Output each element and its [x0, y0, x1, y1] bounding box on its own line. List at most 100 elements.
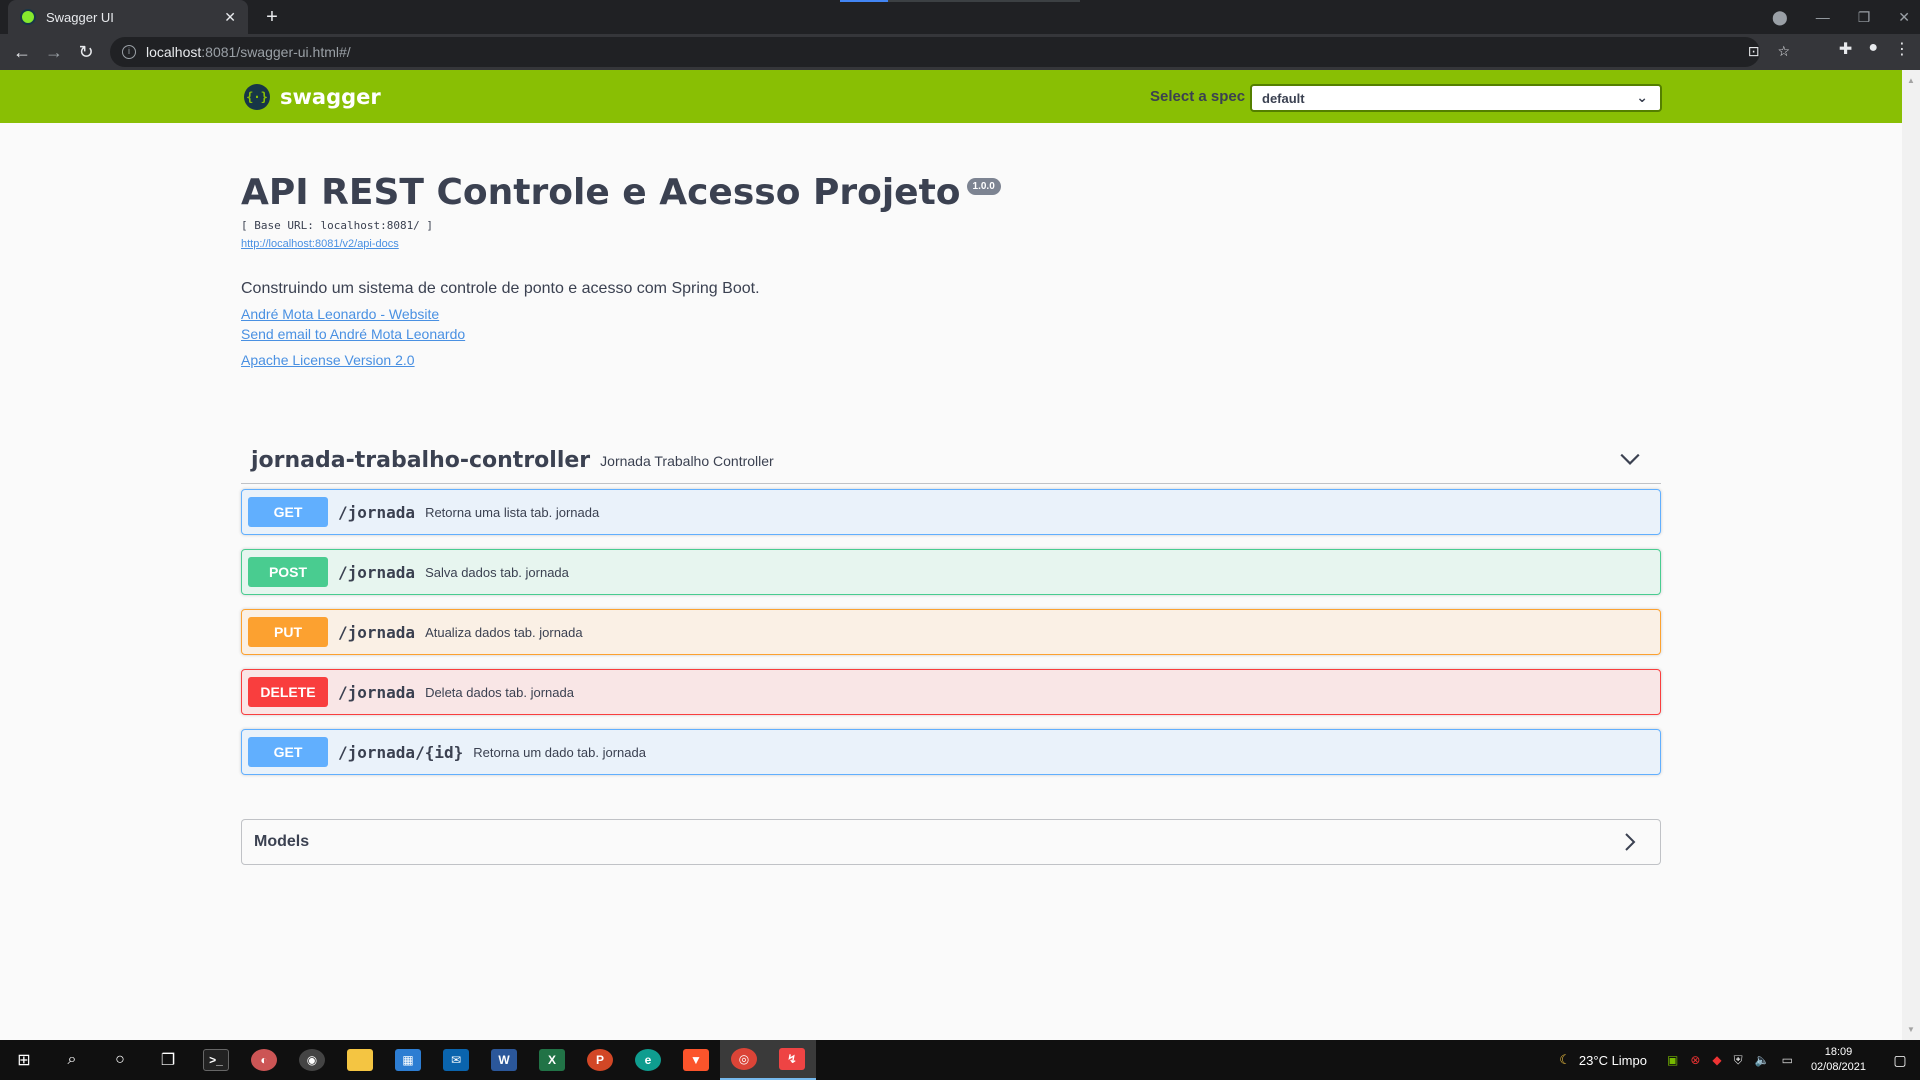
method-badge: PUT: [248, 617, 328, 647]
spec-select[interactable]: default ⌄: [1250, 84, 1662, 112]
system-tray: ☾ 23°C Limpo ▣ ⊗ ◆ ⛨ 🔈 ▭ 18:09 02/08/202…: [1559, 1040, 1920, 1080]
clock[interactable]: 18:09 02/08/2021: [1811, 1045, 1866, 1075]
operation-path: /jornada: [338, 622, 416, 642]
address-bar[interactable]: i localhost:8081/swagger-ui.html#/: [110, 37, 1760, 67]
operation-summary: Deleta dados tab. jornada: [425, 684, 574, 700]
method-badge: POST: [248, 557, 328, 587]
profile-icon[interactable]: ●: [1868, 39, 1878, 59]
operation-path: /jornada: [338, 502, 416, 522]
close-window-icon[interactable]: ✕: [1898, 9, 1910, 26]
back-arrow-icon[interactable]: ←: [6, 36, 38, 68]
network-icon[interactable]: ▭: [1782, 1053, 1793, 1067]
task-view-icon[interactable]: ❐: [144, 1040, 192, 1080]
operation-path: /jornada/{id}: [338, 742, 464, 762]
windows-start-icon[interactable]: ⊞: [0, 1040, 48, 1080]
tab-title: Swagger UI: [46, 9, 114, 25]
minimize-icon[interactable]: —: [1816, 9, 1830, 25]
window-controls: ⬤ — ❐ ✕: [1772, 0, 1910, 34]
swagger-topbar: {·} swagger Select a spec default ⌄: [0, 70, 1902, 123]
chevron-down-icon[interactable]: [1619, 448, 1641, 470]
site-info-icon[interactable]: i: [122, 45, 136, 59]
extensions-icon[interactable]: ✚: [1839, 39, 1852, 59]
mail-icon[interactable]: ✉: [432, 1040, 480, 1080]
tag-header[interactable]: jornada-trabalho-controller Jornada Trab…: [241, 438, 1661, 484]
operation-put-jornada[interactable]: PUT /jornada Atualiza dados tab. jornada: [241, 609, 1661, 655]
weather-text[interactable]: 23°C Limpo: [1579, 1053, 1647, 1068]
antivirus-icon[interactable]: ⊗: [1690, 1053, 1700, 1067]
excel-icon[interactable]: X: [528, 1040, 576, 1080]
api-info: API REST Controle e Acesso Projeto 1.0.0…: [241, 172, 1661, 368]
store-icon[interactable]: ▦: [384, 1040, 432, 1080]
security-shield-icon[interactable]: ⛨: [1734, 1053, 1743, 1068]
operation-path: /jornada: [338, 562, 416, 582]
browser-toolbar: ← → ↻ i localhost:8081/swagger-ui.html#/…: [0, 34, 1920, 70]
windows-taskbar: ⊞ ⌕ ○ ❐ >_ ◐ ◉ ▦ ✉ W X P e ▼ ◎ ↯ ☾ 23°C …: [0, 1040, 1920, 1080]
remote-app-icon[interactable]: ◐: [240, 1040, 288, 1080]
operation-summary: Retorna um dado tab. jornada: [473, 744, 646, 760]
tag-description: Jornada Trabalho Controller: [600, 452, 774, 469]
translate-icon[interactable]: ⊡: [1748, 43, 1760, 60]
method-badge: GET: [248, 737, 328, 767]
spec-select-value: default: [1262, 90, 1305, 106]
close-tab-icon[interactable]: ✕: [224, 9, 236, 26]
page-scrollbar[interactable]: ▲ ▼: [1902, 70, 1920, 1040]
menu-kebab-icon[interactable]: ⋮: [1894, 39, 1910, 59]
brave-icon[interactable]: ▼: [672, 1040, 720, 1080]
models-title: Models: [254, 833, 310, 850]
swagger-logo-text: swagger: [280, 85, 381, 109]
method-badge: DELETE: [248, 677, 328, 707]
powerpoint-icon[interactable]: P: [576, 1040, 624, 1080]
cortana-icon[interactable]: ○: [96, 1040, 144, 1080]
operation-summary: Salva dados tab. jornada: [425, 564, 569, 580]
obs-app-icon[interactable]: ◉: [288, 1040, 336, 1080]
chevron-right-icon[interactable]: [1620, 832, 1640, 852]
swagger-favicon-icon: [20, 9, 36, 25]
api-description: Construindo um sistema de controle de po…: [241, 280, 760, 297]
browser-tab-bar: Swagger UI ✕ + ⬤ — ❐ ✕: [0, 0, 1920, 34]
operation-path: /jornada: [338, 682, 416, 702]
chevron-down-icon: ⌄: [1636, 89, 1648, 105]
operation-delete-jornada[interactable]: DELETE /jornada Deleta dados tab. jornad…: [241, 669, 1661, 715]
chrome-icon[interactable]: ◎: [720, 1040, 768, 1080]
tag-name: jornada-trabalho-controller: [251, 448, 591, 473]
api-docs-link[interactable]: http://localhost:8081/v2/api-docs: [241, 238, 1661, 250]
models-section[interactable]: Models: [241, 819, 1661, 865]
version-badge: 1.0.0: [966, 178, 1001, 195]
nvidia-icon[interactable]: ▣: [1667, 1053, 1678, 1067]
search-icon[interactable]: ⌕: [48, 1040, 96, 1080]
url-path: :8081/swagger-ui.html#/: [201, 44, 351, 60]
operation-post-jornada[interactable]: POST /jornada Salva dados tab. jornada: [241, 549, 1661, 595]
clock-time: 18:09: [1824, 1046, 1853, 1058]
volume-icon[interactable]: 🔈: [1755, 1053, 1770, 1067]
license-link[interactable]: Apache License Version 2.0: [241, 352, 1661, 368]
operation-get-jornada-id[interactable]: GET /jornada/{id} Retorna um dado tab. j…: [241, 729, 1661, 775]
scroll-down-icon[interactable]: ▼: [1907, 1025, 1915, 1034]
forward-arrow-icon[interactable]: →: [38, 36, 70, 68]
bookmark-star-icon[interactable]: ☆: [1777, 43, 1790, 60]
new-tab-button[interactable]: +: [260, 5, 284, 29]
select-spec-label: Select a spec: [1150, 88, 1246, 105]
contact-email-link[interactable]: Send email to André Mota Leonardo: [241, 326, 1661, 342]
operation-get-jornada[interactable]: GET /jornada Retorna uma lista tab. jorn…: [241, 489, 1661, 535]
intellij-icon[interactable]: ↯: [768, 1040, 816, 1080]
word-icon[interactable]: W: [480, 1040, 528, 1080]
contact-website-link[interactable]: André Mota Leonardo - Website: [241, 306, 1661, 322]
restore-icon[interactable]: ❐: [1858, 9, 1871, 26]
edge-icon[interactable]: e: [624, 1040, 672, 1080]
browser-tab[interactable]: Swagger UI ✕: [8, 0, 248, 34]
reload-icon[interactable]: ↻: [70, 36, 102, 68]
operation-summary: Atualiza dados tab. jornada: [425, 624, 583, 640]
method-badge: GET: [248, 497, 328, 527]
operation-summary: Retorna uma lista tab. jornada: [425, 504, 600, 520]
app-tray-icon[interactable]: ◆: [1712, 1053, 1721, 1067]
url-host: localhost: [146, 44, 202, 60]
moon-weather-icon: ☾: [1559, 1052, 1571, 1067]
swagger-logo[interactable]: {·} swagger: [244, 84, 381, 110]
api-title: API REST Controle e Acesso Projeto: [241, 172, 961, 213]
profile-dropdown-icon[interactable]: ⬤: [1772, 9, 1788, 26]
notification-icon[interactable]: ▢: [1880, 1052, 1920, 1069]
scroll-up-icon[interactable]: ▲: [1907, 76, 1915, 85]
clock-date: 02/08/2021: [1810, 1061, 1866, 1073]
file-explorer-icon[interactable]: [336, 1040, 384, 1080]
terminal-app-icon[interactable]: >_: [192, 1040, 240, 1080]
